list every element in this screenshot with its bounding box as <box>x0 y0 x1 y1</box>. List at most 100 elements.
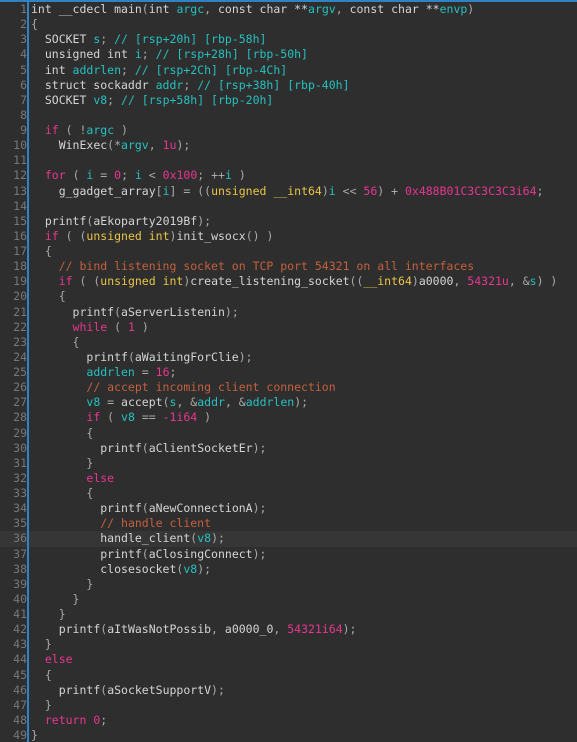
code-line[interactable]: 2{ <box>0 17 577 33</box>
code-token-variable[interactable]: addrlen <box>73 63 121 77</box>
code-token-function[interactable]: printf <box>100 441 142 455</box>
code-line-text[interactable]: else <box>29 471 114 486</box>
code-token-variable[interactable]: argc <box>86 123 114 137</box>
code-token-function[interactable]: create_listening_socket <box>190 274 349 288</box>
code-line-text[interactable]: { <box>29 17 38 32</box>
code-token-number[interactable]: 54321i64 <box>287 622 342 636</box>
code-token-function[interactable]: main <box>114 2 142 16</box>
code-line-text[interactable]: if ( (unsigned int)init_wsocx() ) <box>29 229 274 244</box>
code-line[interactable]: 7 SOCKET v8; // [rsp+58h] [rbp-20h] <box>0 92 577 108</box>
code-token-global[interactable]: aEkoparty2019Bf <box>93 214 197 228</box>
code-line-text[interactable]: for ( i = 0; i < 0x100; ++i ) <box>29 168 246 183</box>
code-token-function[interactable]: closesocket <box>100 562 176 576</box>
code-token-global[interactable]: a0000_0 <box>225 622 273 636</box>
code-line-text[interactable]: } <box>29 592 80 607</box>
code-line[interactable]: 14 <box>0 198 577 214</box>
code-token-keyword[interactable]: while <box>73 320 108 334</box>
code-line[interactable]: 11 <box>0 153 577 169</box>
code-token-keyword[interactable]: for <box>45 168 66 182</box>
code-token-variable[interactable]: addrlen <box>86 365 134 379</box>
code-token-auto-comment[interactable]: // [rsp+20h] [rbp-58h] <box>114 32 266 46</box>
code-token-variable[interactable]: envp <box>440 2 468 16</box>
code-line[interactable]: 15 printf(aEkoparty2019Bf); <box>0 213 577 229</box>
code-line[interactable]: 49} <box>0 728 577 742</box>
code-token-number[interactable]: -1i64 <box>163 410 198 424</box>
code-token-function[interactable]: printf <box>73 305 115 319</box>
code-token-function[interactable]: printf <box>86 350 128 364</box>
code-line[interactable]: 42 printf(aItWasNotPossib, a0000_0, 5432… <box>0 622 577 638</box>
code-line[interactable]: 6 struct sockaddr addr; // [rsp+38h] [rb… <box>0 77 577 93</box>
code-token-variable[interactable]: addr <box>197 395 225 409</box>
code-token-keyword[interactable]: if <box>59 274 73 288</box>
code-token-user-comment[interactable]: // accept incoming client connection <box>86 380 335 394</box>
code-token-keyword[interactable]: return <box>45 713 87 727</box>
code-line[interactable]: 43 } <box>0 637 577 653</box>
code-token-variable[interactable]: s <box>530 274 537 288</box>
code-line[interactable]: 37 printf(aClosingConnect); <box>0 546 577 562</box>
code-line[interactable]: 28 if ( v8 == -1i64 ) <box>0 410 577 426</box>
code-line-text[interactable]: printf(aNewConnectionA); <box>29 501 266 516</box>
code-line[interactable]: 25 addrlen = 16; <box>0 365 577 381</box>
code-line-text[interactable]: { <box>29 668 52 683</box>
code-line[interactable]: 46 printf(aSocketSupportV); <box>0 682 577 698</box>
code-line-text[interactable]: int __cdecl main(int argc, const char **… <box>29 2 474 17</box>
code-token-number[interactable]: 1 <box>128 320 135 334</box>
code-fold-bar[interactable] <box>27 198 29 214</box>
code-token-auto-comment[interactable]: // [rsp+38h] [rbp-40h] <box>197 78 349 92</box>
code-token-variable[interactable]: i <box>329 184 336 198</box>
code-token-number[interactable]: 1u <box>163 138 177 152</box>
code-line-text[interactable]: closesocket(v8); <box>29 562 211 577</box>
code-token-function[interactable]: accept <box>121 395 163 409</box>
code-line-text[interactable]: printf(aWaitingForClie); <box>29 350 252 365</box>
code-line-text[interactable]: } <box>29 577 93 592</box>
code-line[interactable]: 40 } <box>0 591 577 607</box>
code-line-text[interactable]: } <box>29 698 52 713</box>
code-line[interactable]: 29 { <box>0 425 577 441</box>
code-line[interactable]: 47 } <box>0 697 577 713</box>
code-line[interactable]: 27 v8 = accept(s, &addr, &addrlen); <box>0 395 577 411</box>
code-token-variable[interactable]: argv <box>308 2 336 16</box>
code-line-text[interactable]: printf(aItWasNotPossib, a0000_0, 54321i6… <box>29 622 357 637</box>
code-token-global[interactable]: aClosingConnect <box>149 547 253 561</box>
code-line-text[interactable]: while ( 1 ) <box>29 320 149 335</box>
code-token-variable[interactable]: v8 <box>93 93 107 107</box>
code-line[interactable]: 17 { <box>0 244 577 260</box>
code-line-text[interactable]: WinExec(*argv, 1u); <box>29 138 191 153</box>
code-token-global[interactable]: g_gadget_array <box>59 184 156 198</box>
code-line[interactable]: 9 if ( !argc ) <box>0 123 577 139</box>
code-line-text[interactable]: SOCKET s; // [rsp+20h] [rbp-58h] <box>29 32 267 47</box>
code-line-text[interactable]: SOCKET v8; // [rsp+58h] [rbp-20h] <box>29 93 274 108</box>
code-token-user-comment[interactable]: // handle client <box>100 516 211 530</box>
code-line[interactable]: 21 printf(aServerListenin); <box>0 304 577 320</box>
code-token-keyword[interactable]: if <box>45 229 59 243</box>
code-line-text[interactable]: { <box>29 486 93 501</box>
code-line-text[interactable]: int addrlen; // [rsp+2Ch] [rbp-4Ch] <box>29 63 287 78</box>
code-line[interactable]: 22 while ( 1 ) <box>0 319 577 335</box>
code-line[interactable]: 31 } <box>0 455 577 471</box>
code-line-text[interactable]: struct sockaddr addr; // [rsp+38h] [rbp-… <box>29 78 350 93</box>
code-token-function[interactable]: printf <box>100 547 142 561</box>
code-line[interactable]: 23 { <box>0 334 577 350</box>
code-token-auto-comment[interactable]: // [rsp+58h] [rbp-20h] <box>121 93 273 107</box>
code-line[interactable]: 41 } <box>0 607 577 623</box>
code-token-variable[interactable]: addr <box>156 78 184 92</box>
code-token-global[interactable]: aClientSocketEr <box>149 441 253 455</box>
code-token-global[interactable]: aServerListenin <box>121 305 225 319</box>
code-token-keyword[interactable]: if <box>45 123 59 137</box>
code-token-type[interactable]: unsigned __int64 <box>211 184 322 198</box>
code-line-text[interactable]: { <box>29 244 52 259</box>
code-line-text[interactable]: unsigned int i; // [rsp+28h] [rbp-50h] <box>29 47 308 62</box>
code-line[interactable]: 39 } <box>0 576 577 592</box>
code-line[interactable]: 38 closesocket(v8); <box>0 561 577 577</box>
code-line-text[interactable]: v8 = accept(s, &addr, &addrlen); <box>29 395 308 410</box>
code-token-number[interactable]: 0x100 <box>163 168 198 182</box>
code-token-variable[interactable]: v8 <box>86 395 100 409</box>
code-line[interactable]: 4 unsigned int i; // [rsp+28h] [rbp-50h] <box>0 47 577 63</box>
code-line-text[interactable]: printf(aServerListenin); <box>29 305 239 320</box>
code-line-text[interactable]: printf(aSocketSupportV); <box>29 683 225 698</box>
code-token-variable[interactable]: v8 <box>121 410 135 424</box>
code-line-text[interactable]: { <box>29 426 93 441</box>
code-token-function[interactable]: printf <box>45 214 87 228</box>
code-token-variable[interactable]: addrlen <box>246 395 294 409</box>
code-line-text[interactable]: { <box>29 335 80 350</box>
